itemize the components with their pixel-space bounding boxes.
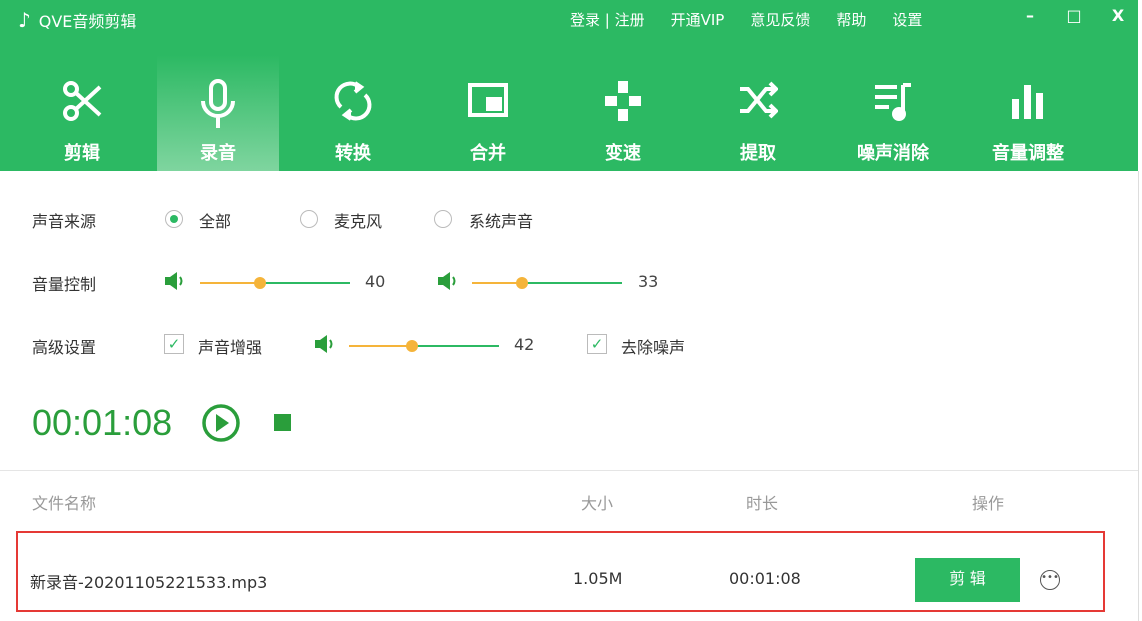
tab-extract[interactable]: 提取 [697,55,819,171]
enhance-label: 声音增强 [198,338,263,357]
shuffle-icon [740,81,778,119]
radio-microphone[interactable] [300,210,318,228]
bar-chart-icon [1012,85,1043,119]
app-title: ♪ QVE音频剪辑 [18,8,137,32]
feedback-link[interactable]: 意见反馈 [750,9,810,30]
advanced-label: 高级设置 [32,338,97,357]
system-speaker-icon [438,272,456,290]
mic-speaker-icon [165,272,183,290]
vip-link[interactable]: 开通VIP [671,9,725,30]
stop-button[interactable] [274,414,291,431]
window-edge [1138,171,1142,621]
header: ♪ QVE音频剪辑 登录 | 注册 开通VIP 意见反馈 帮助 设置 – □ X… [0,0,1138,171]
tab-speed[interactable]: 变速 [562,55,684,171]
denoise-label: 去除噪声 [621,338,686,357]
maximize-button[interactable]: □ [1062,6,1086,25]
source-label: 声音来源 [32,212,97,231]
scissors-icon [63,81,102,121]
tab-cut[interactable]: 剪辑 [21,55,143,171]
more-options-icon[interactable]: ••• [1040,570,1060,590]
option-system-label: 系统声音 [469,212,534,231]
option-all-label: 全部 [199,212,232,231]
header-size: 大小 [581,494,614,513]
radio-system[interactable] [434,210,452,228]
header-filename: 文件名称 [32,494,97,513]
file-size: 1.05M [573,569,623,588]
mic-volume-value: 40 [365,272,386,291]
slider-knob[interactable] [515,277,528,289]
file-name: 新录音-20201105221533.mp3 [30,573,268,592]
minimize-button[interactable]: – [1018,6,1042,25]
top-nav: 登录 | 注册 开通VIP 意见反馈 帮助 设置 [570,9,922,30]
settings-link[interactable]: 设置 [892,9,922,30]
playlist-music-icon [875,83,911,121]
speed-icon [605,81,641,121]
divider [0,470,1138,471]
enhance-speaker-icon [315,335,333,353]
enhance-value: 42 [514,335,535,354]
volume-label: 音量控制 [32,275,97,294]
tab-convert[interactable]: 转换 [292,55,414,171]
merge-icon [468,83,508,117]
close-button[interactable]: X [1106,6,1130,25]
tab-volume[interactable]: 音量调整 [967,55,1089,171]
tab-denoise[interactable]: 噪声消除 [832,55,954,171]
radio-all[interactable] [165,210,183,228]
header-duration: 时长 [746,494,779,513]
file-duration: 00:01:08 [729,569,801,588]
record-timer: 00:01:08 [32,402,173,443]
play-button[interactable] [201,403,241,443]
microphone-icon [201,79,235,128]
refresh-icon [334,81,372,121]
mic-volume-slider[interactable] [200,277,350,289]
header-actions: 操作 [972,494,1005,513]
denoise-checkbox[interactable]: ✓ [587,334,607,354]
system-volume-slider[interactable] [472,277,622,289]
login-register-link[interactable]: 登录 | 注册 [570,9,645,30]
enhance-checkbox[interactable]: ✓ [164,334,184,354]
edit-button[interactable]: 剪 辑 [915,558,1020,602]
tab-record[interactable]: 录音 [157,55,279,171]
slider-knob[interactable] [406,340,418,352]
slider-knob[interactable] [254,277,266,289]
tab-merge[interactable]: 合并 [427,55,549,171]
option-microphone-label: 麦克风 [334,212,383,231]
enhance-slider[interactable] [349,340,499,352]
music-note-icon: ♪ [18,8,31,32]
help-link[interactable]: 帮助 [836,9,866,30]
system-volume-value: 33 [638,272,659,291]
